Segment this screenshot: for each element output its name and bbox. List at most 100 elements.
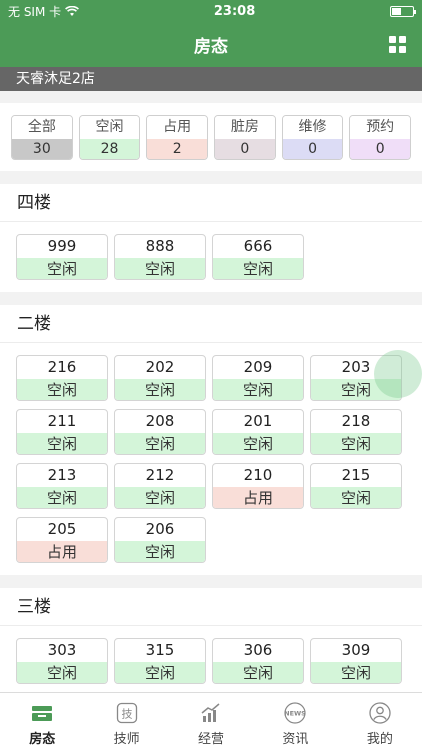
room-grid: 999 空闲 888 空闲 666 空闲 <box>0 222 422 292</box>
room-card[interactable]: 209 空闲 <box>212 355 304 401</box>
floor-list: 四楼 999 空闲 888 空闲 666 空闲 二楼 216 空闲 202 空闲 209 空闲 203 空闲 2… <box>0 184 422 692</box>
profile-icon <box>367 701 393 725</box>
room-card[interactable]: 666 空闲 <box>212 234 304 280</box>
room-number: 999 <box>47 237 77 255</box>
room-status: 空闲 <box>115 258 205 279</box>
floor-section: 四楼 999 空闲 888 空闲 666 空闲 <box>0 184 422 292</box>
room-icon <box>29 701 55 725</box>
wifi-icon <box>65 5 80 16</box>
room-number: 306 <box>243 641 273 659</box>
room-card[interactable]: 888 空闲 <box>114 234 206 280</box>
tab-profile[interactable]: 我的 <box>338 693 422 750</box>
room-number: 213 <box>47 466 77 484</box>
floor-title: 四楼 <box>0 184 422 222</box>
floor-title: 二楼 <box>0 305 422 343</box>
room-number: 209 <box>243 358 273 376</box>
status-bar: 无 SIM 卡 23:08 <box>0 0 422 22</box>
room-card[interactable]: 315 空闲 <box>114 638 206 684</box>
tab-label: 技师 <box>113 732 140 747</box>
carrier-text: 无 SIM 卡 <box>8 4 62 19</box>
tab-technician[interactable]: 技 技师 <box>84 693 168 750</box>
status-filter-chip[interactable]: 维修 0 <box>281 115 344 160</box>
room-status: 空闲 <box>17 662 107 683</box>
status-time: 23:08 <box>213 3 256 19</box>
room-status: 空闲 <box>17 433 107 454</box>
room-number: 210 <box>243 466 273 484</box>
nav-bar: 房态 <box>0 22 422 67</box>
filter-label: 脏房 <box>215 116 275 139</box>
room-card[interactable]: 216 空闲 <box>16 355 108 401</box>
room-number: 309 <box>341 641 371 659</box>
room-number: 888 <box>145 237 175 255</box>
room-card[interactable]: 213 空闲 <box>16 463 108 509</box>
room-card[interactable]: 999 空闲 <box>16 234 108 280</box>
tab-room-status[interactable]: 房态 <box>0 693 84 750</box>
tab-business[interactable]: 经营 <box>169 693 253 750</box>
room-status: 空闲 <box>311 662 401 683</box>
room-number: 201 <box>243 412 273 430</box>
room-number: 666 <box>243 237 273 255</box>
room-status: 空闲 <box>213 662 303 683</box>
app: 无 SIM 卡 23:08 房态 天睿沐足2店 全部 30 空闲 28 占用 2 脏房 0 维修… <box>0 0 422 750</box>
room-number: 205 <box>47 520 77 538</box>
filter-count: 0 <box>282 139 343 159</box>
tab-label: 房态 <box>29 732 56 747</box>
room-status: 占用 <box>17 541 107 562</box>
room-card[interactable]: 218 空闲 <box>310 409 402 455</box>
room-card[interactable]: 206 空闲 <box>114 517 206 563</box>
room-status: 空闲 <box>115 433 205 454</box>
room-status: 空闲 <box>213 258 303 279</box>
room-status: 空闲 <box>17 258 107 279</box>
room-status: 占用 <box>213 487 303 508</box>
tab-news[interactable]: NEWS 资讯 <box>253 693 337 750</box>
status-filter-chip[interactable]: 空闲 28 <box>78 115 141 160</box>
touch-indicator <box>374 350 422 398</box>
room-number: 212 <box>145 466 175 484</box>
room-card[interactable]: 212 空闲 <box>114 463 206 509</box>
technician-icon: 技 <box>114 701 140 725</box>
room-grid: 303 空闲 315 空闲 306 空闲 309 空闲 <box>0 626 422 692</box>
room-number: 202 <box>145 358 175 376</box>
status-left: 无 SIM 卡 <box>8 3 80 20</box>
room-card[interactable]: 201 空闲 <box>212 409 304 455</box>
room-status: 空闲 <box>17 379 107 400</box>
room-card[interactable]: 202 空闲 <box>114 355 206 401</box>
room-number: 211 <box>47 412 77 430</box>
status-filter-chip[interactable]: 预约 0 <box>349 115 412 160</box>
room-status: 空闲 <box>115 662 205 683</box>
room-card[interactable]: 208 空闲 <box>114 409 206 455</box>
grid-menu-icon[interactable] <box>389 36 406 53</box>
room-card[interactable]: 215 空闲 <box>310 463 402 509</box>
room-number: 206 <box>145 520 175 538</box>
room-status: 空闲 <box>115 379 205 400</box>
room-card[interactable]: 309 空闲 <box>310 638 402 684</box>
filter-label: 占用 <box>147 116 208 139</box>
status-filter-chip[interactable]: 脏房 0 <box>214 115 276 160</box>
tab-label: 经营 <box>198 732 225 747</box>
room-status: 空闲 <box>311 433 401 454</box>
floor-section: 三楼 303 空闲 315 空闲 306 空闲 309 空闲 <box>0 588 422 692</box>
room-card[interactable]: 211 空闲 <box>16 409 108 455</box>
svg-text:NEWS: NEWS <box>285 710 307 718</box>
status-filter-chip[interactable]: 占用 2 <box>146 115 209 160</box>
filter-label: 空闲 <box>79 116 140 139</box>
room-card[interactable]: 205 占用 <box>16 517 108 563</box>
room-status: 空闲 <box>311 487 401 508</box>
room-card[interactable]: 210 占用 <box>212 463 304 509</box>
room-card[interactable]: 303 空闲 <box>16 638 108 684</box>
room-number: 218 <box>341 412 371 430</box>
filter-count: 30 <box>12 139 72 159</box>
room-card[interactable]: 306 空闲 <box>212 638 304 684</box>
battery-icon <box>390 5 416 17</box>
tab-bar: 房态 技 技师 经营 NEWS 资讯 我的 <box>0 692 422 750</box>
room-number: 215 <box>341 466 371 484</box>
status-filter-chip[interactable]: 全部 30 <box>11 115 73 160</box>
room-status-content[interactable]: 全部 30 空闲 28 占用 2 脏房 0 维修 0 预约 0 四楼 999 空闲 888 空闲 666 空闲 二楼… <box>0 103 422 692</box>
top-bar: 无 SIM 卡 23:08 房态 <box>0 0 422 67</box>
business-chart-icon <box>198 701 224 725</box>
room-number: 315 <box>145 641 175 659</box>
room-grid: 216 空闲 202 空闲 209 空闲 203 空闲 211 空闲 208 空闲 201 空闲 218 空闲… <box>0 343 422 575</box>
filter-count: 2 <box>147 139 208 159</box>
filter-label: 维修 <box>282 116 343 139</box>
store-name: 天睿沐足2店 <box>0 67 422 91</box>
